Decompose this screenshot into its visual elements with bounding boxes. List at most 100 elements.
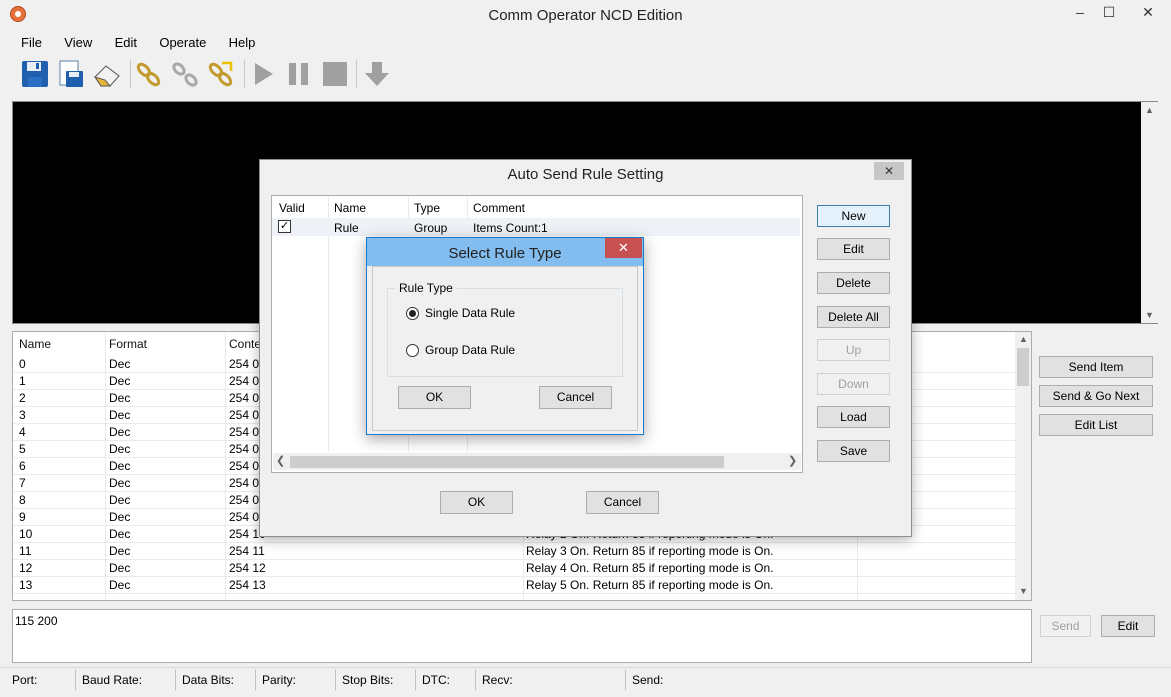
list-scroll-thumb[interactable] bbox=[1017, 348, 1029, 386]
column-header-name[interactable]: Name bbox=[334, 201, 366, 215]
save-as-icon[interactable] bbox=[56, 59, 86, 89]
maximize-button[interactable]: ☐ bbox=[1094, 0, 1124, 26]
toolbar-separator bbox=[356, 60, 357, 88]
list-cell-format: Dec bbox=[109, 391, 131, 405]
list-cell-comment: Relay 5 On. Return 85 if reporting mode … bbox=[526, 578, 774, 592]
list-cell-format: Dec bbox=[109, 357, 131, 371]
download-icon[interactable] bbox=[362, 59, 392, 89]
disconnect-icon[interactable] bbox=[170, 59, 200, 89]
stop-icon[interactable] bbox=[320, 59, 350, 89]
rule-name: Rule bbox=[334, 221, 359, 235]
save-icon[interactable] bbox=[20, 59, 50, 89]
column-header-type[interactable]: Type bbox=[414, 201, 440, 215]
delete-all-button[interactable]: Delete All bbox=[817, 306, 890, 328]
menu-view[interactable]: View bbox=[53, 32, 100, 50]
rule-comment: Items Count:1 bbox=[473, 221, 548, 235]
status-port: Port: bbox=[12, 673, 38, 687]
edit-list-button[interactable]: Edit List bbox=[1039, 414, 1153, 436]
list-cell-content: 254 11 bbox=[229, 544, 265, 558]
radio-unselected-icon[interactable] bbox=[406, 344, 419, 357]
list-cell-name: 3 bbox=[19, 408, 26, 422]
single-data-rule-label: Single Data Rule bbox=[425, 306, 516, 320]
menu-edit[interactable]: Edit bbox=[104, 32, 145, 50]
list-item[interactable]: 11 Dec 254 11 Relay 3 On. Return 85 if repo… bbox=[13, 542, 1017, 560]
column-header-name[interactable]: Name bbox=[19, 337, 51, 351]
scroll-left-icon[interactable]: ❮ bbox=[276, 454, 285, 467]
list-cell-name: 2 bbox=[19, 391, 26, 405]
eraser-icon[interactable] bbox=[92, 59, 122, 89]
scroll-up-icon[interactable]: ▲ bbox=[1015, 334, 1032, 344]
dialog-title: Auto Send Rule Setting bbox=[507, 166, 664, 183]
move-down-button[interactable]: Down bbox=[817, 373, 890, 395]
send-button[interactable]: Send bbox=[1040, 615, 1091, 637]
list-cell-name: 9 bbox=[19, 510, 26, 524]
rule-type: Group bbox=[414, 221, 448, 235]
list-cell-name: 7 bbox=[19, 476, 26, 490]
edit-button[interactable]: Edit bbox=[1101, 615, 1155, 637]
dialog-close-button[interactable]: ✕ bbox=[605, 238, 642, 258]
list-cell-format: Dec bbox=[109, 527, 131, 541]
rules-scroll-thumb[interactable] bbox=[290, 456, 724, 468]
status-bar: Port: Baud Rate: Data Bits: Parity: Stop… bbox=[0, 667, 1171, 697]
list-cell-format: Dec bbox=[109, 459, 131, 473]
scroll-down-icon[interactable]: ▼ bbox=[1141, 310, 1158, 320]
close-button[interactable]: ✕ bbox=[1125, 0, 1171, 26]
menu-file[interactable]: File bbox=[10, 32, 50, 50]
edit-rule-button[interactable]: Edit bbox=[817, 238, 890, 260]
send-item-button[interactable]: Send Item bbox=[1039, 356, 1153, 378]
list-item[interactable]: 13 Dec 254 13 Relay 5 On. Return 85 if repo… bbox=[13, 576, 1017, 594]
dialog-body: Rule Type Single Data Rule Group Data Ru… bbox=[372, 266, 638, 431]
dialog-ok-button[interactable]: OK bbox=[440, 491, 513, 514]
dialog-close-button[interactable]: ✕ bbox=[874, 162, 904, 180]
select-rule-type-dialog: Select Rule Type ✕ Rule Type Single Data… bbox=[366, 237, 644, 435]
table-row[interactable]: ✓ Rule Group Items Count:1 bbox=[272, 218, 800, 236]
list-cell-format: Dec bbox=[109, 408, 131, 422]
column-header-valid[interactable]: Valid bbox=[279, 201, 305, 215]
dialog-title-bar: Select Rule Type ✕ bbox=[367, 238, 643, 266]
rule-type-group bbox=[387, 288, 623, 377]
dialog-cancel-button[interactable]: Cancel bbox=[586, 491, 659, 514]
pause-icon[interactable] bbox=[284, 59, 314, 89]
delete-rule-button[interactable]: Delete bbox=[817, 272, 890, 294]
list-cell-format: Dec bbox=[109, 442, 131, 456]
status-baud-rate: Baud Rate: bbox=[82, 673, 143, 687]
list-cell-comment: Relay 3 On. Return 85 if reporting mode … bbox=[526, 544, 774, 558]
list-item[interactable]: 12 Dec 254 12 Relay 4 On. Return 85 if repo… bbox=[13, 559, 1017, 577]
scroll-down-icon[interactable]: ▼ bbox=[1015, 586, 1032, 596]
list-cell-format: Dec bbox=[109, 510, 131, 524]
move-up-button[interactable]: Up bbox=[817, 339, 890, 361]
radio-selected-icon[interactable] bbox=[406, 307, 419, 320]
menu-help[interactable]: Help bbox=[218, 32, 264, 50]
list-cell-name: 13 bbox=[19, 578, 33, 592]
valid-checkbox[interactable]: ✓ bbox=[278, 220, 291, 233]
rule-type-group-label: Rule Type bbox=[395, 281, 457, 295]
send-data-input[interactable]: 115 200 bbox=[12, 609, 1032, 663]
play-icon[interactable] bbox=[248, 59, 278, 89]
toolbar-separator bbox=[244, 60, 245, 88]
scroll-up-icon[interactable]: ▲ bbox=[1141, 105, 1158, 115]
list-cell-name: 11 bbox=[19, 544, 32, 558]
load-button[interactable]: Load bbox=[817, 406, 890, 428]
reconnect-icon[interactable] bbox=[206, 59, 236, 89]
list-cell-name: 4 bbox=[19, 425, 26, 439]
terminal-scrollbar[interactable]: ▲ ▼ bbox=[1141, 102, 1158, 323]
list-cell-format: Dec bbox=[109, 476, 131, 490]
connect-icon[interactable] bbox=[134, 59, 164, 89]
list-cell-format: Dec bbox=[109, 561, 131, 575]
save-rules-button[interactable]: Save bbox=[817, 440, 890, 462]
send-go-next-button[interactable]: Send & Go Next bbox=[1039, 385, 1153, 407]
column-header-format[interactable]: Format bbox=[109, 337, 147, 351]
status-parity: Parity: bbox=[262, 673, 297, 687]
new-rule-button[interactable]: New bbox=[817, 205, 890, 227]
scroll-right-icon[interactable]: ❯ bbox=[788, 454, 797, 467]
toolbar-separator bbox=[130, 60, 131, 88]
rule-type-cancel-button[interactable]: Cancel bbox=[539, 386, 612, 409]
list-cell-name: 5 bbox=[19, 442, 26, 456]
minimize-button[interactable]: – bbox=[1065, 0, 1095, 26]
rule-type-ok-button[interactable]: OK bbox=[398, 386, 471, 409]
list-cell-name: 10 bbox=[19, 527, 33, 541]
menu-bar: File View Edit Operate Help bbox=[10, 32, 263, 54]
list-cell-name: 1 bbox=[19, 374, 26, 388]
menu-operate[interactable]: Operate bbox=[148, 32, 214, 50]
column-header-comment[interactable]: Comment bbox=[473, 201, 525, 215]
